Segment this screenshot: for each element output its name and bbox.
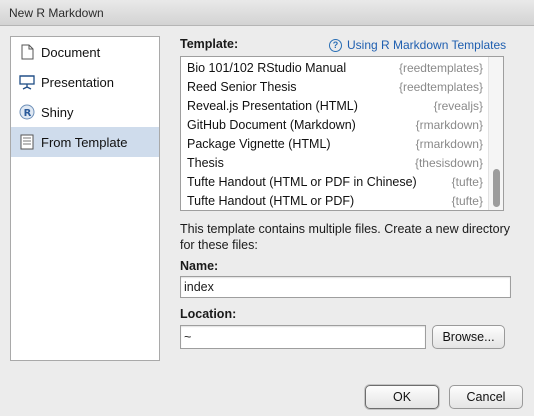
sidebar-item-from-template[interactable]: From Template xyxy=(11,127,159,157)
title-bar: New R Markdown xyxy=(0,0,534,26)
sidebar-item-label: From Template xyxy=(41,134,128,150)
cancel-button[interactable]: Cancel xyxy=(449,385,523,409)
list-item[interactable]: Reveal.js Presentation (HTML) {revealjs} xyxy=(181,96,487,115)
template-package: {tufte} xyxy=(451,174,483,189)
template-package: {reedtemplates} xyxy=(398,79,483,94)
template-name: Bio 101/102 RStudio Manual xyxy=(187,60,347,75)
sidebar: Document Presentation R Shiny From Templ… xyxy=(10,36,160,361)
help-icon: ? xyxy=(329,38,342,52)
template-package: {reedtemplates} xyxy=(398,60,483,75)
scrollbar-thumb[interactable] xyxy=(493,169,500,207)
templates-help-link[interactable]: ? Using R Markdown Templates xyxy=(329,38,506,52)
sidebar-item-label: Shiny xyxy=(41,104,74,120)
sidebar-item-label: Document xyxy=(41,44,101,60)
sidebar-item-document[interactable]: Document xyxy=(11,37,159,67)
list-item[interactable]: Bio 101/102 RStudio Manual {reedtemplate… xyxy=(181,58,487,77)
name-label: Name: xyxy=(180,259,219,273)
template-name: Package Vignette (HTML) xyxy=(187,136,331,151)
list-scrollbar[interactable] xyxy=(488,57,503,210)
help-link-text[interactable]: Using R Markdown Templates xyxy=(347,38,506,52)
name-input[interactable]: index xyxy=(180,276,511,298)
svg-text:R: R xyxy=(24,108,32,119)
template-name: Tufte Handout (HTML or PDF) xyxy=(187,193,355,208)
presentation-icon xyxy=(19,74,35,90)
sidebar-item-presentation[interactable]: Presentation xyxy=(11,67,159,97)
template-label: Template: xyxy=(180,37,239,51)
template-name: Thesis xyxy=(187,155,224,170)
list-item[interactable]: Tufte Handout (HTML or PDF) {tufte} xyxy=(181,191,487,210)
template-name: Reveal.js Presentation (HTML) xyxy=(187,98,358,113)
sidebar-item-label: Presentation xyxy=(41,74,114,90)
template-package: {tufte} xyxy=(451,193,483,208)
list-item[interactable]: Reed Senior Thesis {reedtemplates} xyxy=(181,77,487,96)
template-name: GitHub Document (Markdown) xyxy=(187,117,356,132)
list-item[interactable]: Package Vignette (HTML) {rmarkdown} xyxy=(181,134,487,153)
ok-button[interactable]: OK xyxy=(365,385,439,409)
list-item[interactable]: Thesis {thesisdown} xyxy=(181,153,487,172)
location-input[interactable]: ~ xyxy=(180,325,426,349)
document-icon xyxy=(19,44,35,60)
window-title: New R Markdown xyxy=(9,6,104,20)
sidebar-item-shiny[interactable]: R Shiny xyxy=(11,97,159,127)
location-label: Location: xyxy=(180,307,237,321)
shiny-r-icon: R xyxy=(19,104,35,120)
list-item[interactable]: Tufte Handout (HTML or PDF in Chinese) {… xyxy=(181,172,487,191)
template-list[interactable]: Bio 101/102 RStudio Manual {reedtemplate… xyxy=(180,56,504,211)
template-description: This template contains multiple files. C… xyxy=(180,222,511,252)
list-item[interactable]: GitHub Document (Markdown) {rmarkdown} xyxy=(181,115,487,134)
template-name: Reed Senior Thesis xyxy=(187,79,297,94)
template-package: {thesisdown} xyxy=(414,155,483,170)
template-name: Tufte Handout (HTML or PDF in Chinese) xyxy=(187,174,417,189)
template-package: {rmarkdown} xyxy=(415,136,483,151)
template-package: {rmarkdown} xyxy=(415,117,483,132)
browse-button[interactable]: Browse... xyxy=(432,325,505,349)
template-package: {revealjs} xyxy=(433,98,483,113)
template-icon xyxy=(19,134,35,150)
